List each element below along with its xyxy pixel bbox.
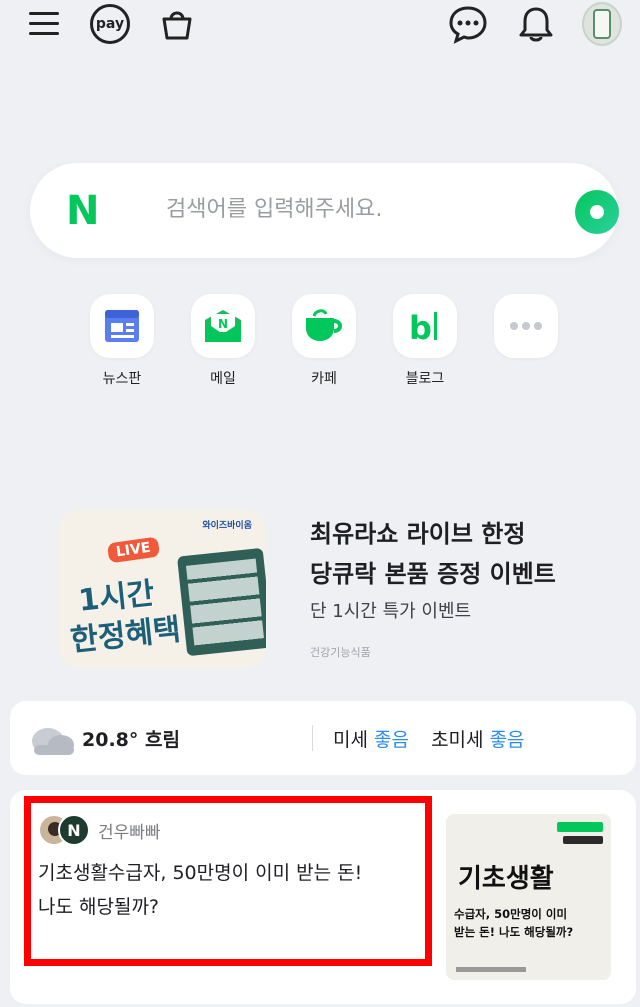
svg-text:N: N <box>218 317 228 331</box>
svg-text:b: b <box>409 309 432 344</box>
bell-icon[interactable] <box>516 4 556 44</box>
green-dot-lens-icon[interactable] <box>575 190 619 234</box>
newspaper-icon[interactable] <box>90 294 154 358</box>
ad-title[interactable]: 최유라쇼 라이브 한정 당큐락 본품 증정 이벤트 <box>310 514 620 594</box>
ad-subtitle[interactable]: 단 1시간 특가 이벤트 <box>310 597 471 623</box>
shortcut-label: 카페 <box>311 371 337 387</box>
ad-title-line1[interactable]: 최유라쇼 라이브 한정 <box>310 514 620 554</box>
naver-logo[interactable]: N <box>66 191 99 231</box>
shortcut-label: 뉴스판 <box>102 371 142 387</box>
profile-avatar[interactable] <box>582 2 622 46</box>
ultrafine-dust-value: 좋음 <box>489 729 525 751</box>
mail-icon[interactable]: N <box>191 294 255 358</box>
chat-bubble-icon[interactable] <box>448 4 488 44</box>
thumb-title: 기초생활 <box>458 864 554 894</box>
search-bar[interactable]: N 검색어를 입력해주세요. <box>30 163 619 258</box>
more-icon[interactable] <box>494 294 558 358</box>
blog-icon[interactable]: b <box>393 294 457 358</box>
ad-tag: 건강기능식품 <box>310 646 371 659</box>
highlight-box <box>24 796 432 966</box>
air-quality: 미세 좋음 초미세 좋음 <box>333 725 525 752</box>
shortcut-mail[interactable]: N 메일 <box>191 294 255 388</box>
search-placeholder[interactable]: 검색어를 입력해주세요. <box>166 195 382 225</box>
ad-title-line2[interactable]: 당큐락 본품 증정 이벤트 <box>310 554 620 594</box>
top-bar: pay <box>0 0 640 50</box>
pay-label: pay <box>90 4 130 44</box>
product-image <box>177 547 266 657</box>
thumb-line2: 받는 돈! 나도 해당될까? <box>454 925 574 939</box>
thumb-line1: 수급자, 50만명이 이미 <box>454 907 568 921</box>
cloudy-icon <box>32 728 74 755</box>
shortcut-cafe[interactable]: 카페 <box>292 294 356 388</box>
fine-dust-value: 좋음 <box>374 729 409 751</box>
thumb-footer <box>456 967 526 972</box>
feed-thumbnail[interactable]: 기초생활 수급자, 50만명이 이미 받는 돈! 나도 해당될까? <box>446 814 611 980</box>
ultrafine-dust-label: 초미세 <box>431 729 484 751</box>
fine-dust-label: 미세 <box>333 729 368 751</box>
shortcut-news[interactable]: 뉴스판 <box>90 294 154 388</box>
live-badge: LIVE <box>106 536 160 564</box>
cafe-cup-icon[interactable] <box>292 294 356 358</box>
temperature: 20.8° 흐림 <box>82 729 180 751</box>
divider <box>312 725 313 751</box>
weather-widget[interactable]: 20.8° 흐림 미세 좋음 초미세 좋음 <box>10 701 636 775</box>
pay-button[interactable]: pay <box>90 4 130 44</box>
ad-image[interactable]: 와이즈바이옴 LIVE 1시간 한정혜택 <box>58 510 266 668</box>
shortcut-blog[interactable]: b 블로그 <box>393 294 457 388</box>
shortcut-label: 블로그 <box>405 371 445 387</box>
shortcut-label: 메일 <box>210 371 236 387</box>
ad-image-brand: 와이즈바이옴 <box>202 521 252 531</box>
shortcut-more[interactable] <box>494 294 558 358</box>
shopping-basket-icon[interactable] <box>157 4 197 44</box>
thumb-badge <box>557 822 603 832</box>
thumb-badge <box>563 836 603 844</box>
hamburger-menu-icon[interactable] <box>25 4 65 44</box>
